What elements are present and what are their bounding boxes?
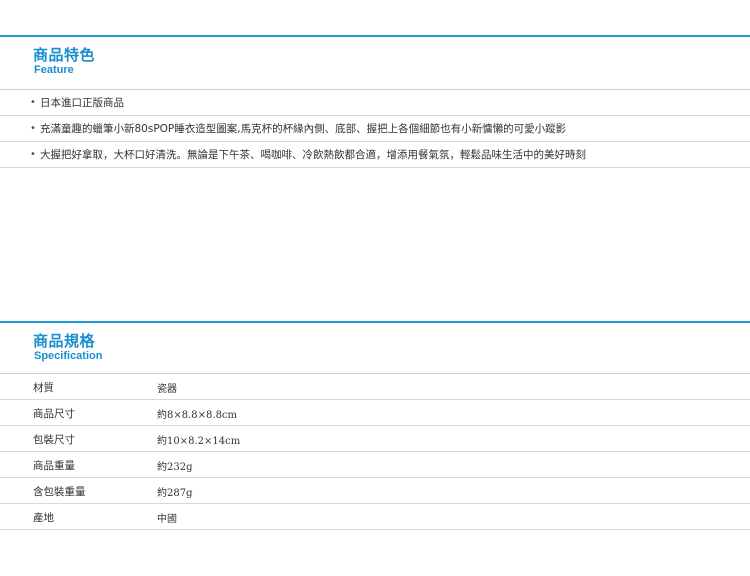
spec-value: 約8×8.8×8.8cm [157, 410, 238, 421]
spec-row-material: 材質 瓷器 [0, 374, 750, 400]
spec-label: 材質 [33, 382, 54, 394]
spec-label: 商品尺寸 [33, 408, 75, 420]
spec-subtitle: Specification [34, 350, 103, 362]
spec-label: 產地 [33, 512, 54, 524]
spec-value: 約287g [157, 488, 193, 499]
spec-label: 包裝尺寸 [33, 434, 75, 446]
spec-row-origin: 產地 中國 [0, 504, 750, 530]
spec-row-package-size: 包裝尺寸 約10×8.2×14cm [0, 426, 750, 452]
spec-top-rule [0, 321, 750, 323]
spec-value: 中國 [157, 514, 177, 525]
spec-title: 商品規格 [33, 332, 96, 350]
specification-section: 商品規格 Specification 材質 瓷器 商品尺寸 約8×8.8×8.8… [0, 0, 750, 576]
spec-value: 約10×8.2×14cm [157, 436, 241, 447]
spec-row-gross-weight: 含包裝重量 約287g [0, 478, 750, 504]
spec-label: 商品重量 [33, 460, 75, 472]
spec-value: 瓷器 [157, 384, 177, 395]
spec-value: 約232g [157, 462, 193, 473]
spec-row-product-size: 商品尺寸 約8×8.8×8.8cm [0, 400, 750, 426]
spec-label: 含包裝重量 [33, 486, 86, 498]
spec-row-product-weight: 商品重量 約232g [0, 452, 750, 478]
